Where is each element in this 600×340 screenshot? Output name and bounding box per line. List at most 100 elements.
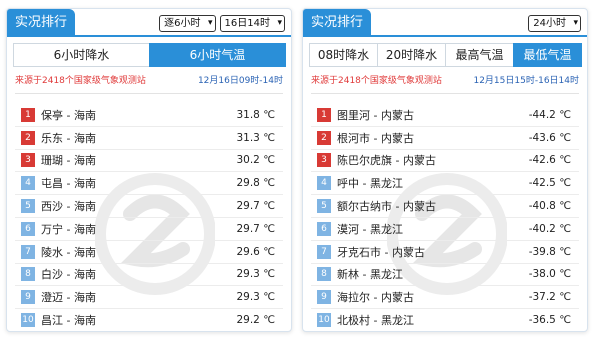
- source-note: 来源于2418个国家级气象观测站: [15, 76, 146, 86]
- station-value: -39.8 ℃: [528, 245, 571, 258]
- interval-select[interactable]: 逐6小时 ▾: [159, 15, 216, 32]
- tab-bar: 6小时降水 6小时气温: [13, 43, 286, 67]
- station-value: 29.8 ℃: [236, 177, 275, 190]
- station-name: 额尔古纳市 - 内蒙古: [337, 200, 436, 214]
- station-name: 陵水 - 海南: [41, 245, 96, 259]
- station-value: 29.3 ℃: [236, 291, 275, 304]
- source-row: 来源于2418个国家级气象观测站 12月16日09时-14时: [15, 73, 283, 87]
- list-item[interactable]: 7 陵水 - 海南 29.6 ℃: [15, 241, 283, 264]
- rank-badge: 3: [317, 153, 331, 168]
- ranking-list: 1 图里河 - 内蒙古 -44.2 ℃ 2 根河市 - 内蒙古 -43.6 ℃ 3 陈巴尔…: [311, 104, 579, 331]
- time-select[interactable]: 16日14时 ▾: [219, 15, 285, 32]
- station-value: 29.7 ℃: [236, 222, 275, 235]
- chevron-down-icon: ▾: [277, 18, 282, 28]
- station-value: -42.5 ℃: [528, 177, 571, 190]
- tab-08h-precip[interactable]: 08时降水: [309, 43, 378, 67]
- tab-20h-precip[interactable]: 20时降水: [377, 43, 446, 67]
- station-value: -40.8 ℃: [528, 200, 571, 213]
- station-value: 31.3 ℃: [236, 131, 275, 144]
- list-item[interactable]: 7 牙克石市 - 内蒙古 -39.8 ℃: [311, 241, 579, 264]
- tab-bar: 08时降水 20时降水 最高气温 最低气温: [309, 43, 582, 67]
- station-name: 屯昌 - 海南: [41, 177, 96, 191]
- station-name: 北极村 - 黑龙江: [337, 314, 414, 328]
- select-group: 24小时 ▾: [528, 15, 581, 32]
- station-value: -36.5 ℃: [528, 314, 571, 327]
- list-item[interactable]: 6 万宁 - 海南 29.7 ℃: [15, 218, 283, 241]
- station-name: 白沙 - 海南: [41, 268, 96, 282]
- station-name: 新林 - 黑龙江: [337, 268, 403, 282]
- list-item[interactable]: 10 昌江 - 海南 29.2 ℃: [15, 309, 283, 331]
- panel-header: 实况排行 逐6小时 ▾ 16日14时 ▾: [7, 9, 291, 37]
- chevron-down-icon: ▾: [573, 18, 578, 28]
- station-name: 珊瑚 - 海南: [41, 154, 96, 168]
- list-item[interactable]: 5 西沙 - 海南 29.7 ℃: [15, 195, 283, 218]
- list-item[interactable]: 6 漠河 - 黑龙江 -40.2 ℃: [311, 218, 579, 241]
- source-row: 来源于2418个国家级气象观测站 12月15日15时-16日14时: [311, 73, 579, 87]
- rank-badge: 10: [317, 313, 331, 328]
- list-item[interactable]: 9 海拉尔 - 内蒙古 -37.2 ℃: [311, 286, 579, 310]
- station-value: -42.6 ℃: [528, 154, 571, 167]
- station-name: 昌江 - 海南: [41, 314, 96, 328]
- tab-6h-temp[interactable]: 6小时气温: [149, 43, 286, 67]
- list-item[interactable]: 3 陈巴尔虎旗 - 内蒙古 -42.6 ℃: [311, 150, 579, 173]
- ranking-list: 1 保亭 - 海南 31.8 ℃ 2 乐东 - 海南 31.3 ℃ 3 珊瑚 - 海南 30…: [15, 104, 283, 331]
- ranking-panel-left: 实况排行 逐6小时 ▾ 16日14时 ▾ 6小时降水 6小时气温 来源于2418…: [6, 8, 292, 332]
- station-value: 31.8 ℃: [236, 108, 275, 121]
- station-value: -38.0 ℃: [528, 268, 571, 281]
- rank-badge: 10: [21, 313, 35, 328]
- station-value: -44.2 ℃: [528, 108, 571, 121]
- rank-badge: 9: [317, 290, 331, 305]
- ranking-panel-right: 实况排行 24小时 ▾ 08时降水 20时降水 最高气温 最低气温 来源于241…: [302, 8, 588, 332]
- rank-badge: 1: [317, 107, 331, 122]
- tab-min-temp[interactable]: 最低气温: [513, 43, 582, 67]
- rank-badge: 9: [21, 290, 35, 305]
- time-select-value: 16日14时: [224, 18, 270, 29]
- list-item[interactable]: 9 澄迈 - 海南 29.3 ℃: [15, 286, 283, 310]
- station-value: 29.2 ℃: [236, 314, 275, 327]
- source-note: 来源于2418个国家级气象观测站: [311, 76, 442, 86]
- list-item[interactable]: 4 呼中 - 黑龙江 -42.5 ℃: [311, 172, 579, 196]
- list-item[interactable]: 1 图里河 - 内蒙古 -44.2 ℃: [311, 104, 579, 127]
- station-name: 图里河 - 内蒙古: [337, 108, 414, 122]
- list-item[interactable]: 8 白沙 - 海南 29.3 ℃: [15, 264, 283, 287]
- station-name: 保亭 - 海南: [41, 108, 96, 122]
- select-group: 逐6小时 ▾ 16日14时 ▾: [159, 15, 285, 32]
- list-item[interactable]: 2 根河市 - 内蒙古 -43.6 ℃: [311, 127, 579, 150]
- list-item[interactable]: 5 额尔古纳市 - 内蒙古 -40.8 ℃: [311, 195, 579, 218]
- list-item[interactable]: 3 珊瑚 - 海南 30.2 ℃: [15, 150, 283, 173]
- list-item[interactable]: 1 保亭 - 海南 31.8 ℃: [15, 104, 283, 127]
- interval-select[interactable]: 24小时 ▾: [528, 15, 581, 32]
- list-item[interactable]: 2 乐东 - 海南 31.3 ℃: [15, 127, 283, 150]
- station-name: 澄迈 - 海南: [41, 291, 96, 305]
- rank-badge: 6: [21, 221, 35, 236]
- station-value: 29.6 ℃: [236, 245, 275, 258]
- time-range: 12月15日15时-16日14时: [473, 76, 579, 86]
- tab-max-temp[interactable]: 最高气温: [445, 43, 514, 67]
- list-item[interactable]: 10 北极村 - 黑龙江 -36.5 ℃: [311, 309, 579, 331]
- rank-badge: 2: [317, 130, 331, 145]
- station-name: 牙克石市 - 内蒙古: [337, 245, 425, 259]
- station-value: -43.6 ℃: [528, 131, 571, 144]
- list-item[interactable]: 4 屯昌 - 海南 29.8 ℃: [15, 172, 283, 196]
- station-name: 根河市 - 内蒙古: [337, 131, 414, 145]
- tab-6h-precip[interactable]: 6小时降水: [13, 43, 150, 67]
- rank-badge: 7: [317, 244, 331, 259]
- time-range: 12月16日09时-14时: [197, 76, 283, 86]
- station-name: 万宁 - 海南: [41, 222, 96, 236]
- rank-badge: 8: [317, 267, 331, 282]
- station-name: 乐东 - 海南: [41, 131, 96, 145]
- station-value: 29.3 ℃: [236, 268, 275, 281]
- interval-select-value: 逐6小时: [164, 18, 201, 29]
- rank-badge: 6: [317, 221, 331, 236]
- rank-badge: 3: [21, 153, 35, 168]
- rank-badge: 4: [317, 176, 331, 191]
- rank-badge: 5: [317, 199, 331, 214]
- station-name: 海拉尔 - 内蒙古: [337, 291, 414, 305]
- rank-badge: 1: [21, 107, 35, 122]
- station-value: 30.2 ℃: [236, 154, 275, 167]
- list-item[interactable]: 8 新林 - 黑龙江 -38.0 ℃: [311, 264, 579, 287]
- station-name: 漠河 - 黑龙江: [337, 222, 403, 236]
- divider: [311, 93, 579, 94]
- rank-badge: 7: [21, 244, 35, 259]
- station-name: 西沙 - 海南: [41, 200, 96, 214]
